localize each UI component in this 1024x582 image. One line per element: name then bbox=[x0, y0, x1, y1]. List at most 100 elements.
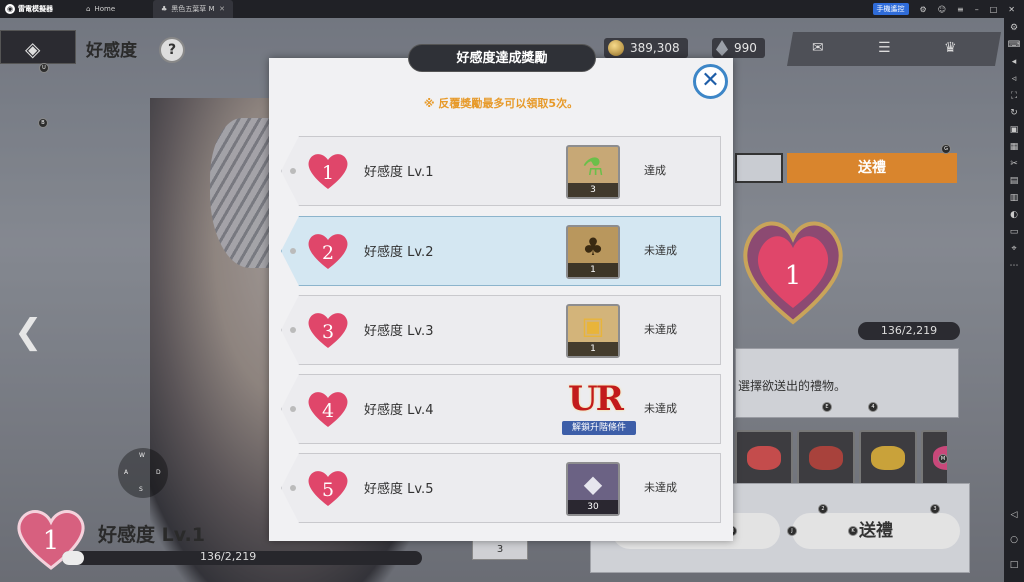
volume-down-icon[interactable]: ◃ bbox=[1007, 71, 1021, 88]
vial-glyph-icon: ⚗ bbox=[582, 153, 604, 181]
screenshot-icon[interactable]: ⛶ bbox=[1007, 88, 1021, 105]
back-button[interactable]: ◈ bbox=[0, 30, 76, 64]
key-hint: U bbox=[39, 63, 49, 73]
bottom-affinity-progress: 136/2,219 bbox=[200, 550, 257, 563]
gift-item[interactable] bbox=[735, 430, 793, 486]
level-heart-icon: 5 bbox=[308, 471, 348, 506]
affinity-heart-emblem: 1 bbox=[738, 204, 848, 334]
chat-icon[interactable]: ☰ bbox=[878, 40, 891, 56]
reward-row-lv5[interactable]: 5 好感度 Lv.5 ◆ 30 未達成 bbox=[281, 453, 721, 523]
crimson-gift-icon bbox=[809, 446, 843, 470]
emulator-logo: ◉ 雷電模擬器 bbox=[0, 4, 78, 14]
reward-count: 1 bbox=[568, 342, 618, 356]
gift-item[interactable] bbox=[859, 430, 917, 486]
gift-list bbox=[735, 430, 947, 488]
shake-icon[interactable]: ◐ bbox=[1007, 207, 1021, 224]
back-icon[interactable]: ◁ bbox=[1007, 507, 1021, 524]
home-circle-icon[interactable]: ○ bbox=[1007, 532, 1021, 549]
keyboard-icon[interactable]: ⌨ bbox=[1007, 37, 1021, 54]
mini-item-slot[interactable]: 3 bbox=[472, 538, 528, 560]
sync-icon[interactable]: ▥ bbox=[1007, 190, 1021, 207]
status-label: 未達成 bbox=[644, 481, 677, 494]
macro-icon[interactable]: ▤ bbox=[1007, 173, 1021, 190]
row-dot bbox=[290, 168, 296, 174]
reward-row-lv1[interactable]: 1 好感度 Lv.1 ⚗ 3 達成 bbox=[281, 136, 721, 206]
status-label: 未達成 bbox=[644, 323, 677, 336]
record-icon[interactable]: ▣ bbox=[1007, 122, 1021, 139]
close-icon[interactable]: ✕ bbox=[693, 64, 728, 99]
level-label: 好感度 Lv.5 bbox=[364, 482, 434, 497]
affinity-level-big: 1 bbox=[785, 261, 802, 291]
status-label: 達成 bbox=[644, 164, 666, 177]
gold-gift-icon bbox=[871, 446, 905, 470]
emulator-titlebar: ◉ 雷電模擬器 ⌂ Home ♣ 黑色五葉草 M ✕ 手機遙控 ⚙ ☺ ≡ – … bbox=[0, 0, 1024, 18]
modal-title: 好感度達成獎勵 bbox=[408, 44, 596, 72]
level-label: 好感度 Lv.2 bbox=[364, 245, 434, 260]
gift-prompt-text: 選擇欲送出的禮物。 bbox=[738, 379, 847, 393]
modal-note: ※ 反覆獎勵最多可以領取5次。 bbox=[423, 97, 579, 110]
rotate-icon[interactable]: ↻ bbox=[1007, 105, 1021, 122]
key-hint: 4 bbox=[868, 402, 878, 412]
tab-game-label: 黑色五葉草 M bbox=[171, 5, 215, 13]
scissors-icon[interactable]: ✂ bbox=[1007, 156, 1021, 173]
level-label: 好感度 Lv.3 bbox=[364, 324, 434, 339]
apk-icon[interactable]: ▦ bbox=[1007, 139, 1021, 156]
red-gift-icon bbox=[747, 446, 781, 470]
row-dot bbox=[290, 327, 296, 333]
bottom-affinity-title: 好感度 Lv.1 bbox=[98, 524, 205, 546]
level-heart-icon: 2 bbox=[308, 234, 348, 269]
tab-home[interactable]: ⌂ Home bbox=[78, 0, 153, 18]
bottom-affinity-level: 1 bbox=[43, 526, 60, 556]
gift-item[interactable] bbox=[797, 430, 855, 486]
prev-character-arrow-icon[interactable]: ❮ bbox=[14, 312, 43, 352]
status-label: 未達成 bbox=[644, 244, 677, 257]
key-hint: K bbox=[848, 526, 858, 536]
close-window-icon[interactable]: ✕ bbox=[1008, 5, 1015, 14]
dpad-up: W bbox=[139, 452, 145, 459]
gift-quantity-field[interactable] bbox=[735, 153, 783, 183]
emulator-logo-icon: ◉ bbox=[5, 4, 15, 14]
reward-row-lv4[interactable]: 4 好感度 Lv.4 UR 解鎖升階條件 未達成 bbox=[281, 374, 721, 444]
level-heart-icon: 1 bbox=[308, 154, 348, 189]
send-gift-button-top[interactable]: 送禮 bbox=[787, 153, 957, 183]
gamepad-icon[interactable]: ⚙ bbox=[920, 5, 927, 14]
maximize-icon[interactable]: □ bbox=[990, 5, 998, 14]
movement-dpad[interactable]: W A D S bbox=[118, 448, 168, 498]
folder-icon[interactable]: ▭ bbox=[1007, 224, 1021, 241]
emblem-menu-icon[interactable]: ♛ bbox=[944, 40, 957, 56]
ur-caption: 解鎖升階條件 bbox=[562, 421, 636, 435]
reward-row-lv3[interactable]: 3 好感度 Lv.3 ▣ 1 未達成 bbox=[281, 295, 721, 365]
reward-row-lv2[interactable]: 2 好感度 Lv.2 ♣ 1 未達成 bbox=[281, 216, 721, 286]
row-dot bbox=[290, 406, 296, 412]
emblem-glyph-icon: ♣ bbox=[582, 233, 604, 261]
tab-game[interactable]: ♣ 黑色五葉草 M ✕ bbox=[153, 0, 233, 18]
crystal-reward-icon[interactable]: ◆ 30 bbox=[566, 462, 620, 516]
tab-home-label: Home bbox=[94, 5, 116, 13]
window-menu-icon[interactable]: ≡ bbox=[957, 5, 964, 14]
gold-counter: 389,308 bbox=[604, 38, 688, 58]
emblem-reward-icon[interactable]: ♣ 1 bbox=[566, 225, 620, 279]
recent-apps-icon[interactable]: □ bbox=[1007, 557, 1021, 574]
key-hint: 3 bbox=[930, 504, 940, 514]
more-icon[interactable]: ⋯ bbox=[1007, 258, 1021, 275]
dpad-left: A bbox=[124, 469, 129, 476]
remote-control-button[interactable]: 手機遙控 bbox=[872, 3, 909, 15]
card-reward-icon[interactable]: ▣ 1 bbox=[566, 304, 620, 358]
send-gift-button[interactable]: 送禮 bbox=[792, 513, 960, 549]
account-icon[interactable]: ☺ bbox=[938, 5, 946, 14]
vial-reward-icon[interactable]: ⚗ 3 bbox=[566, 145, 620, 199]
key-hint: M bbox=[938, 454, 948, 464]
level-number: 4 bbox=[322, 400, 334, 422]
tab-close-icon[interactable]: ✕ bbox=[219, 5, 225, 13]
dpad-down: S bbox=[139, 486, 143, 493]
location-icon[interactable]: ⌖ bbox=[1007, 241, 1021, 258]
game-viewport[interactable]: ◈ 好感度 ? 389,308 990 ✉ ☰ ♛ 送禮 1 136/2,219… bbox=[0, 18, 1004, 582]
volume-up-icon[interactable]: ◂ bbox=[1007, 54, 1021, 71]
level-label: 好感度 Lv.1 bbox=[364, 165, 434, 180]
settings-icon[interactable]: ⚙ bbox=[1007, 20, 1021, 37]
minimize-icon[interactable]: – bbox=[975, 5, 979, 14]
mail-icon[interactable]: ✉ bbox=[812, 40, 824, 56]
gem-icon bbox=[716, 40, 728, 56]
help-button[interactable]: ? bbox=[159, 37, 185, 63]
key-hint: G bbox=[941, 144, 951, 154]
